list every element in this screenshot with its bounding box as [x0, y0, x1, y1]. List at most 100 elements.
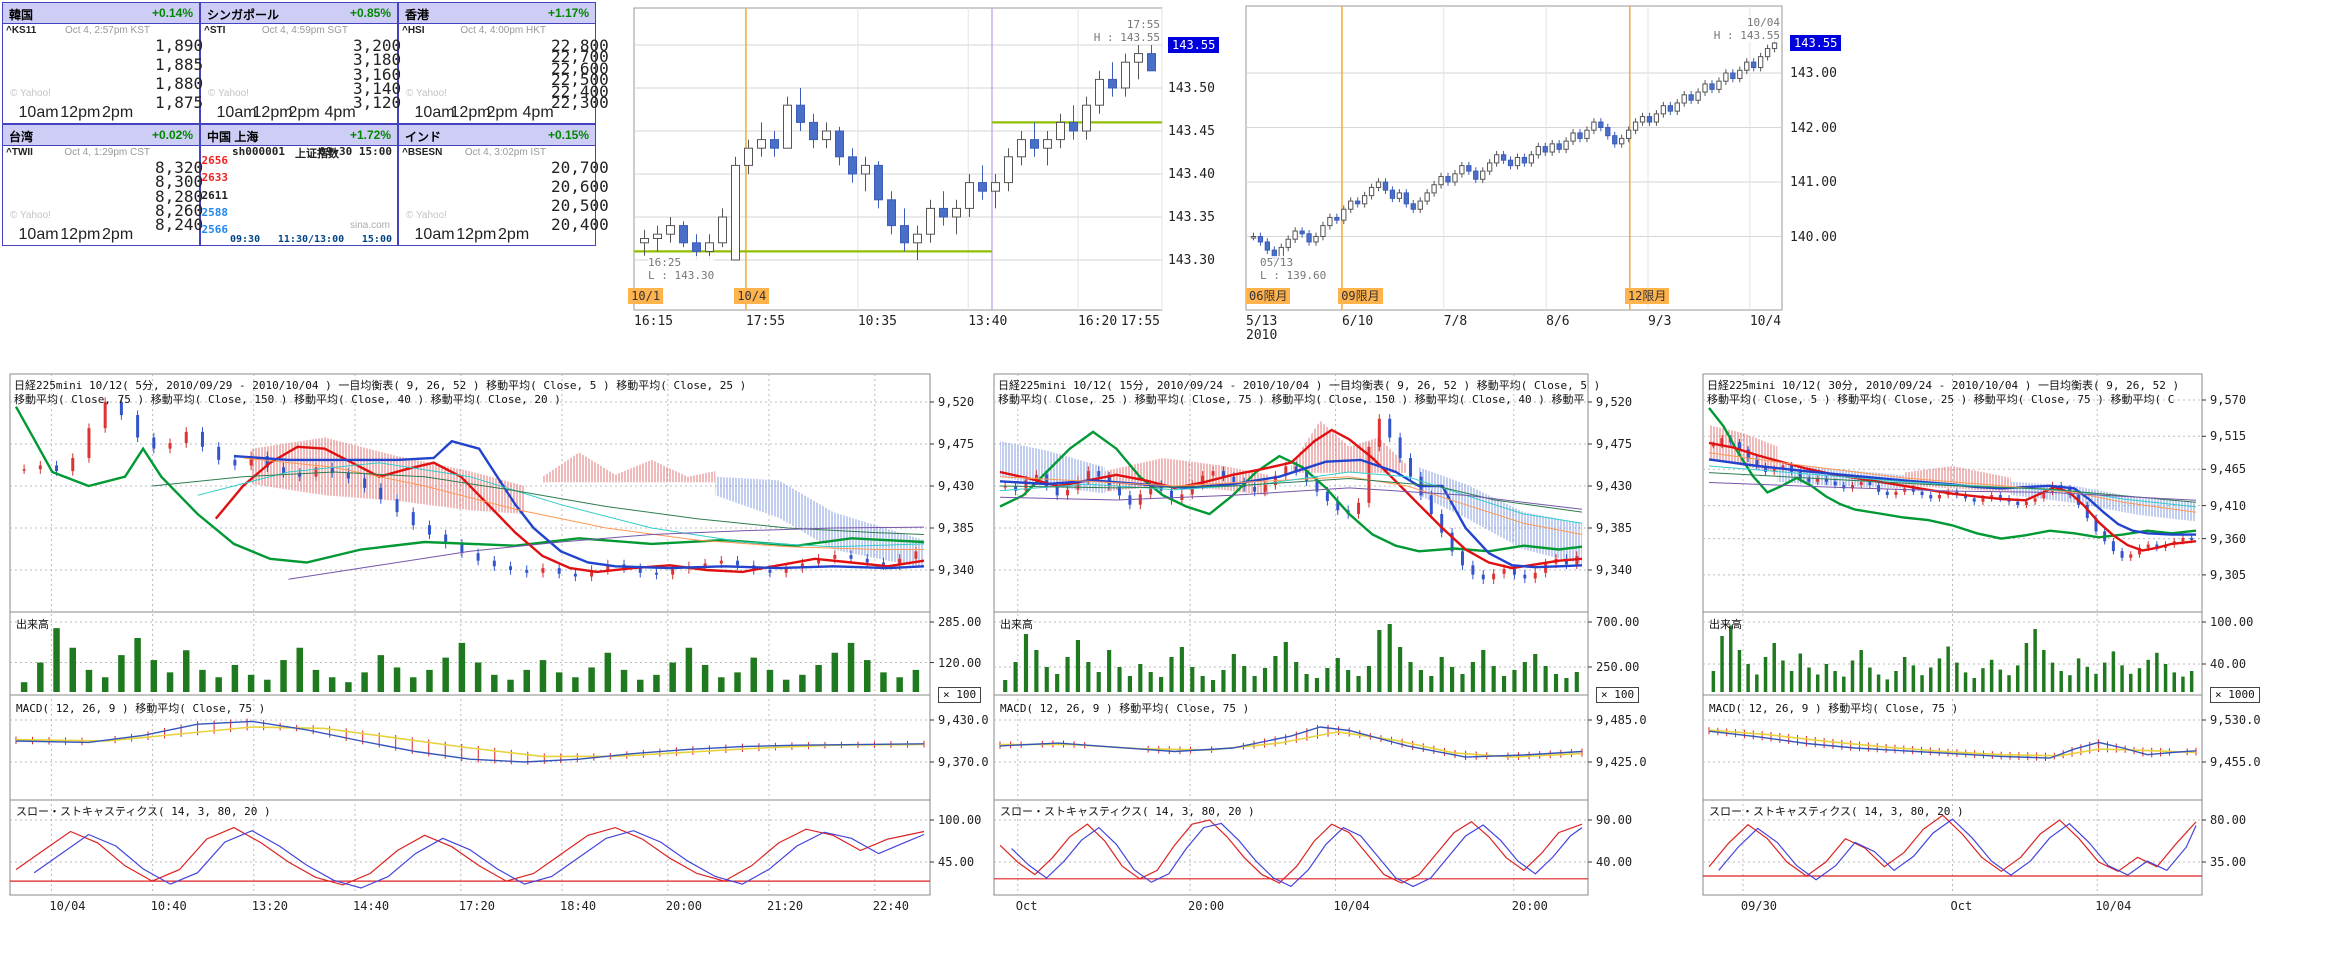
m15-stoch-label: スロー・ストキャスティクス( 14, 3, 80, 20 ) — [1000, 803, 1255, 819]
hongkong-watermark: © Yahoo! — [406, 88, 447, 99]
m5-stoch-label: スロー・ストキャスティクス( 14, 3, 80, 20 ) — [16, 803, 271, 819]
nikkei-5min-price-ytick: 9,475 — [938, 437, 974, 451]
fx-daily-ytick: 143.00 — [1790, 66, 1837, 81]
korea-symbol: ^KS11 — [6, 25, 36, 36]
nikkei-5min-price-ytick: 9,430 — [938, 479, 974, 493]
nikkei-15min-price-ytick: 9,340 — [1596, 563, 1632, 577]
fx-daily-session-tag: 12限月 — [1625, 288, 1669, 304]
china-shanghai-ytick: 2566 — [202, 223, 229, 236]
nikkei-5min-stoch-ytick: 100.00 — [938, 813, 981, 827]
korea-xtick: 2pm — [102, 104, 133, 122]
india-xtick: 10am — [415, 226, 455, 244]
taiwan-xtick: 12pm — [60, 226, 100, 244]
fx-intraday-xtick: 16:20 — [1078, 314, 1117, 329]
nikkei-15min-macd-ytick: 9,425.0 — [1596, 755, 1647, 769]
nikkei-30min-price-ytick: 9,360 — [2210, 532, 2246, 546]
fx-intraday-ytick: 143.40 — [1168, 167, 1215, 182]
nikkei-5min-xtick: 18:40 — [560, 899, 596, 913]
nikkei-30min-macd-ytick: 9,530.0 — [2210, 713, 2261, 727]
nikkei-5min-price-ytick: 9,520 — [938, 395, 974, 409]
nikkei-5min-xtick: 20:00 — [666, 899, 702, 913]
fx-intraday-ytick: 143.50 — [1168, 81, 1215, 96]
taiwan-watermark: © Yahoo! — [10, 210, 51, 221]
singapore-watermark: © Yahoo! — [208, 88, 249, 99]
nikkei-5min-xtick: 22:40 — [873, 899, 909, 913]
singapore-xtick: 2pm — [289, 104, 320, 122]
fx-daily-xtick: 10/4 — [1750, 314, 1781, 329]
m5-volume-label: 出来高 — [16, 616, 49, 632]
fx-daily-year: 2010 — [1246, 328, 1277, 343]
nikkei-15min-xtick: 10/04 — [1334, 899, 1370, 913]
nikkei-30min-volume-ytick: 100.00 — [2210, 615, 2253, 629]
china-shanghai-ytick: 2588 — [202, 206, 229, 219]
taiwan-ytick: 8,240 — [155, 215, 203, 234]
m5-title-line2: 移動平均( Close, 75 ) 移動平均( Close, 150 ) 移動平… — [14, 391, 561, 407]
hongkong-symbol: ^HSI — [402, 25, 425, 36]
nikkei-5min-price-ytick: 9,340 — [938, 563, 974, 577]
m15-macd-label: MACD( 12, 26, 9 ) 移動平均( Close, 75 ) — [1000, 700, 1249, 716]
fx-intraday-ytick: 143.45 — [1168, 124, 1215, 139]
china-shanghai-xtick: 15:00 — [362, 234, 392, 245]
m30-scale-box: × 1000 — [2210, 687, 2260, 703]
nikkei-30min-volume-ytick: 40.00 — [2210, 657, 2246, 671]
fx-daily-ytick: 141.00 — [1790, 175, 1837, 190]
korea-ytick: 1,880 — [155, 74, 203, 93]
fx-daily-session-tag: 09限月 — [1338, 288, 1382, 304]
hongkong-ytick: 22,300 — [551, 93, 609, 112]
nikkei-30min-price-ytick: 9,515 — [2210, 429, 2246, 443]
singapore-xtick: 4pm — [325, 104, 356, 122]
india-xtick: 2pm — [498, 226, 529, 244]
nikkei-5min-xtick: 21:20 — [767, 899, 803, 913]
fx-intraday-xtick: 17:55 — [1121, 314, 1160, 329]
fx-daily-ytick: 140.00 — [1790, 230, 1837, 245]
nikkei-15min-macd-ytick: 9,485.0 — [1596, 713, 1647, 727]
nikkei-15min-stoch-ytick: 90.00 — [1596, 813, 1632, 827]
nikkei-5min-xtick: 13:20 — [252, 899, 288, 913]
nikkei-5min-volume-ytick: 285.00 — [938, 615, 981, 629]
fx-intraday-last-price: 143.55 — [1168, 37, 1219, 53]
india-ytick: 20,500 — [551, 196, 609, 215]
nikkei-30min-price-ytick: 9,465 — [2210, 462, 2246, 476]
nikkei-15min-xtick: Oct — [1016, 899, 1038, 913]
nikkei-5min-stoch-ytick: 45.00 — [938, 855, 974, 869]
nikkei-15min-price-ytick: 9,475 — [1596, 437, 1632, 451]
china-shanghai-xtick: 11:30/13:00 — [278, 234, 344, 245]
nikkei-5min-xtick: 10/04 — [49, 899, 85, 913]
korea-ytick: 1,875 — [155, 93, 203, 112]
singapore-xtick: 12pm — [253, 104, 293, 122]
taiwan-time: Oct 4, 1:29pm CST — [64, 147, 150, 158]
fx-daily-xtick: 8/6 — [1546, 314, 1569, 329]
m15-title-line2: 移動平均( Close, 25 ) 移動平均( Close, 75 ) 移動平均… — [998, 391, 1584, 407]
india-ytick: 20,700 — [551, 158, 609, 177]
china-shanghai-code: sh000001 — [232, 145, 285, 158]
fx-daily-xtick: 7/8 — [1444, 314, 1467, 329]
fx-daily-xtick: 6/10 — [1342, 314, 1373, 329]
nikkei-30min-xtick: 09/30 — [1741, 899, 1777, 913]
nikkei-5min-xtick: 17:20 — [459, 899, 495, 913]
fx-intraday-xtick: 10:35 — [858, 314, 897, 329]
m30-volume-label: 出来高 — [1709, 616, 1742, 632]
fx-intraday-low-annotation: 16:25L : 143.30 — [648, 256, 714, 282]
korea-time: Oct 4, 2:57pm KST — [65, 25, 150, 36]
taiwan-symbol: ^TWII — [6, 147, 33, 158]
m15-volume-label: 出来高 — [1000, 616, 1033, 632]
fx-daily-ytick: 142.00 — [1790, 121, 1837, 136]
nikkei-5min-macd-ytick: 9,370.0 — [938, 755, 989, 769]
nikkei-15min-price-ytick: 9,430 — [1596, 479, 1632, 493]
fx-daily-last-price: 143.55 — [1790, 35, 1841, 51]
nikkei-15min-price-ytick: 9,385 — [1596, 521, 1632, 535]
nikkei-5min-xtick: 10:40 — [151, 899, 187, 913]
fx-intraday-xtick: 16:15 — [634, 314, 673, 329]
india-symbol: ^BSESN — [402, 147, 442, 158]
nikkei-30min-macd-ytick: 9,455.0 — [2210, 755, 2261, 769]
korea-xtick: 10am — [19, 104, 59, 122]
m30-title-line2: 移動平均( Close, 5 ) 移動平均( Close, 25 ) 移動平均(… — [1707, 391, 2174, 407]
fx-daily-low-annotation: 05/13L : 139.60 — [1260, 256, 1326, 282]
india-ytick: 20,400 — [551, 215, 609, 234]
m5-scale-box: × 100 — [938, 687, 981, 703]
nikkei-5min-volume-ytick: 120.00 — [938, 656, 981, 670]
fx-daily-xtick: 5/13 — [1246, 314, 1277, 329]
nikkei-5min-macd-ytick: 9,430.0 — [938, 713, 989, 727]
china-shanghai-ytick: 2633 — [202, 171, 229, 184]
nikkei-30min-xtick: Oct — [1951, 899, 1973, 913]
